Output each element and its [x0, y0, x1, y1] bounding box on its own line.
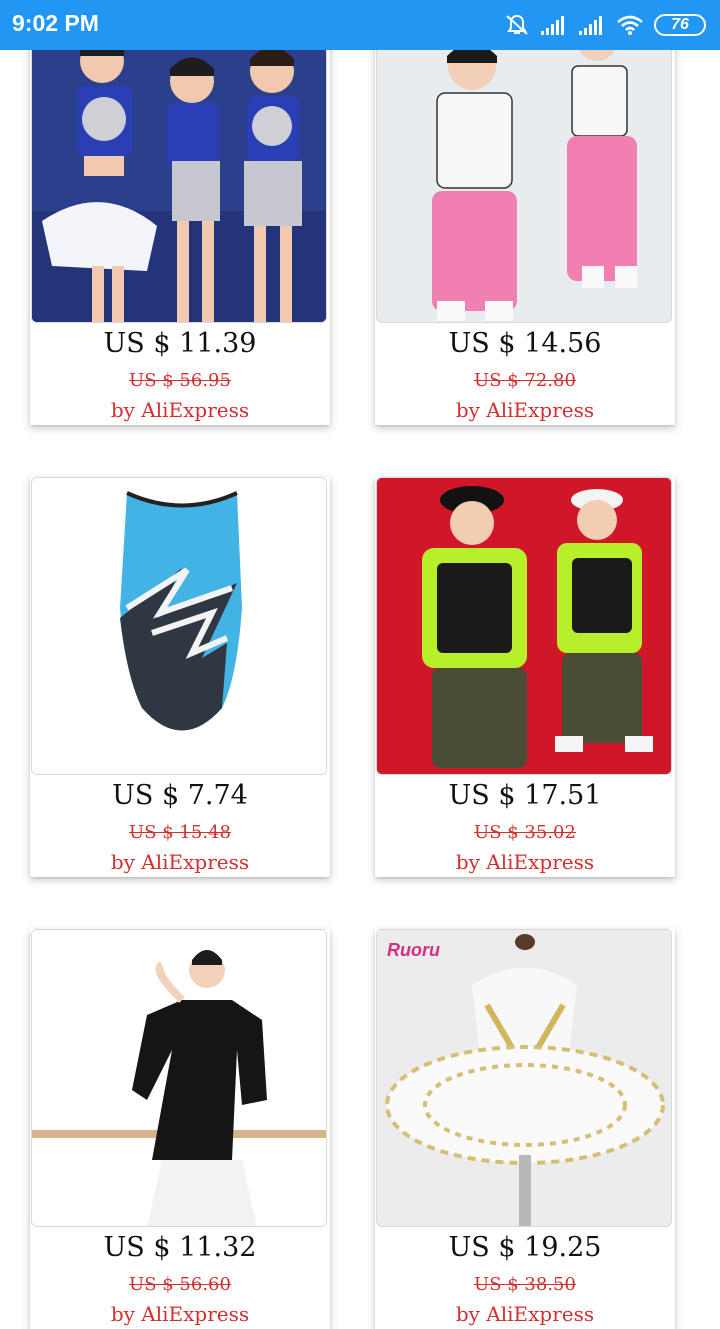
wifi-icon	[616, 14, 644, 36]
product-card[interactable]: US $ 17.51 US $ 35.02 by AliExpress	[375, 477, 675, 877]
product-price: US $ 14.56	[448, 328, 602, 359]
status-icons: 76	[504, 10, 706, 40]
product-image[interactable]	[31, 477, 327, 775]
black-dance-top-photo	[32, 930, 326, 1226]
product-original-price: US $ 38.50	[474, 1274, 576, 1295]
product-image[interactable]	[376, 10, 672, 323]
brand-logo: Ruoru	[387, 940, 440, 960]
product-seller: by AliExpress	[110, 398, 250, 422]
product-card[interactable]: US $ 11.39 US $ 56.95 by AliExpress	[30, 10, 330, 425]
product-card[interactable]: US $ 7.74 US $ 15.48 by AliExpress	[30, 477, 330, 877]
product-original-price: US $ 72.80	[474, 370, 576, 391]
product-original-price: US $ 15.48	[129, 822, 231, 843]
status-bar: 9:02 PM 76	[0, 0, 720, 50]
status-time: 9:02 PM	[12, 10, 99, 36]
product-seller: by AliExpress	[110, 1302, 250, 1326]
product-seller: by AliExpress	[455, 850, 595, 874]
product-seller: by AliExpress	[110, 850, 250, 874]
product-price: US $ 7.74	[112, 780, 248, 811]
battery-icon: 76	[654, 14, 706, 36]
product-price: US $ 11.39	[103, 328, 257, 359]
blue-gymnastics-leotard-photo	[32, 478, 326, 774]
sequin-dance-costume-photo	[32, 11, 326, 322]
product-card[interactable]: US $ 11.32 US $ 56.60 by AliExpress	[30, 929, 330, 1329]
signal-icon	[578, 14, 606, 36]
product-image[interactable]	[31, 10, 327, 323]
product-image[interactable]	[31, 929, 327, 1227]
product-seller: by AliExpress	[455, 398, 595, 422]
hiphop-green-vest-kids-photo	[377, 478, 671, 774]
white-gold-ballet-tutu-photo	[377, 930, 671, 1226]
product-price: US $ 17.51	[448, 780, 602, 811]
product-original-price: US $ 56.60	[129, 1274, 231, 1295]
mute-icon	[504, 13, 530, 37]
product-image[interactable]	[376, 477, 672, 775]
signal-icon	[540, 14, 568, 36]
product-seller: by AliExpress	[455, 1302, 595, 1326]
product-original-price: US $ 56.95	[129, 370, 231, 391]
product-card[interactable]: Ruoru US $ 19.25 US $ 38.50 by AliExpres…	[375, 929, 675, 1329]
product-price: US $ 11.32	[103, 1232, 257, 1263]
product-card[interactable]: US $ 14.56 US $ 72.80 by AliExpress	[375, 10, 675, 425]
white-top-pink-joggers-photo	[377, 11, 671, 322]
product-image[interactable]: Ruoru	[376, 929, 672, 1227]
product-original-price: US $ 35.02	[474, 822, 576, 843]
product-price: US $ 19.25	[448, 1232, 602, 1263]
